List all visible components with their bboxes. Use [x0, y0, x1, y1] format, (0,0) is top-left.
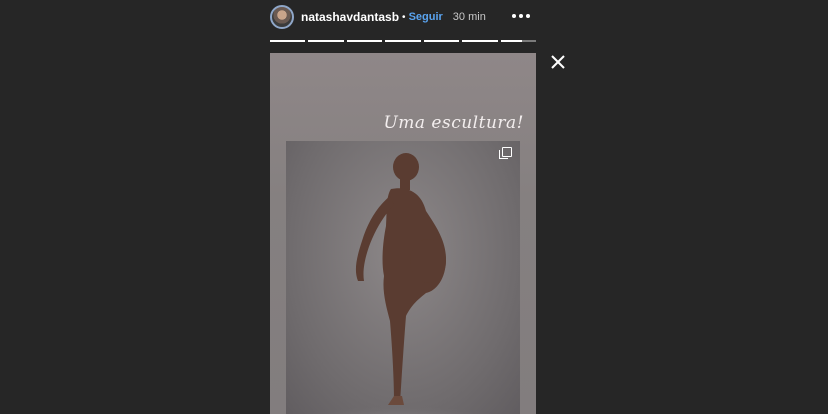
- timestamp: 30 min: [452, 11, 486, 23]
- more-dot: [526, 14, 530, 18]
- story-header: natashavdantasb • Seguir 30 min: [270, 4, 536, 30]
- story-progress-bar: [270, 40, 536, 43]
- progress-segment: [385, 40, 421, 42]
- shared-post-photo[interactable]: [286, 141, 520, 414]
- progress-segment: [423, 40, 460, 42]
- avatar[interactable]: [270, 5, 294, 29]
- progress-segment: [462, 40, 498, 42]
- story-content[interactable]: Uma escultura!: [270, 53, 536, 414]
- separator-dot: •: [402, 11, 406, 23]
- more-dot: [512, 14, 516, 18]
- progress-segment-current: [500, 40, 536, 42]
- progress-segment: [270, 40, 306, 42]
- close-icon[interactable]: [549, 53, 567, 71]
- multiple-posts-icon: [499, 147, 512, 159]
- progress-segment: [308, 40, 344, 42]
- progress-segment: [346, 40, 383, 42]
- username[interactable]: natashavdantasb: [301, 10, 399, 24]
- story-caption: Uma escultura!: [383, 113, 524, 133]
- photo-figure: [291, 153, 511, 414]
- more-options-icon[interactable]: [510, 8, 532, 24]
- more-dot: [519, 14, 523, 18]
- follow-button[interactable]: Seguir: [409, 11, 443, 23]
